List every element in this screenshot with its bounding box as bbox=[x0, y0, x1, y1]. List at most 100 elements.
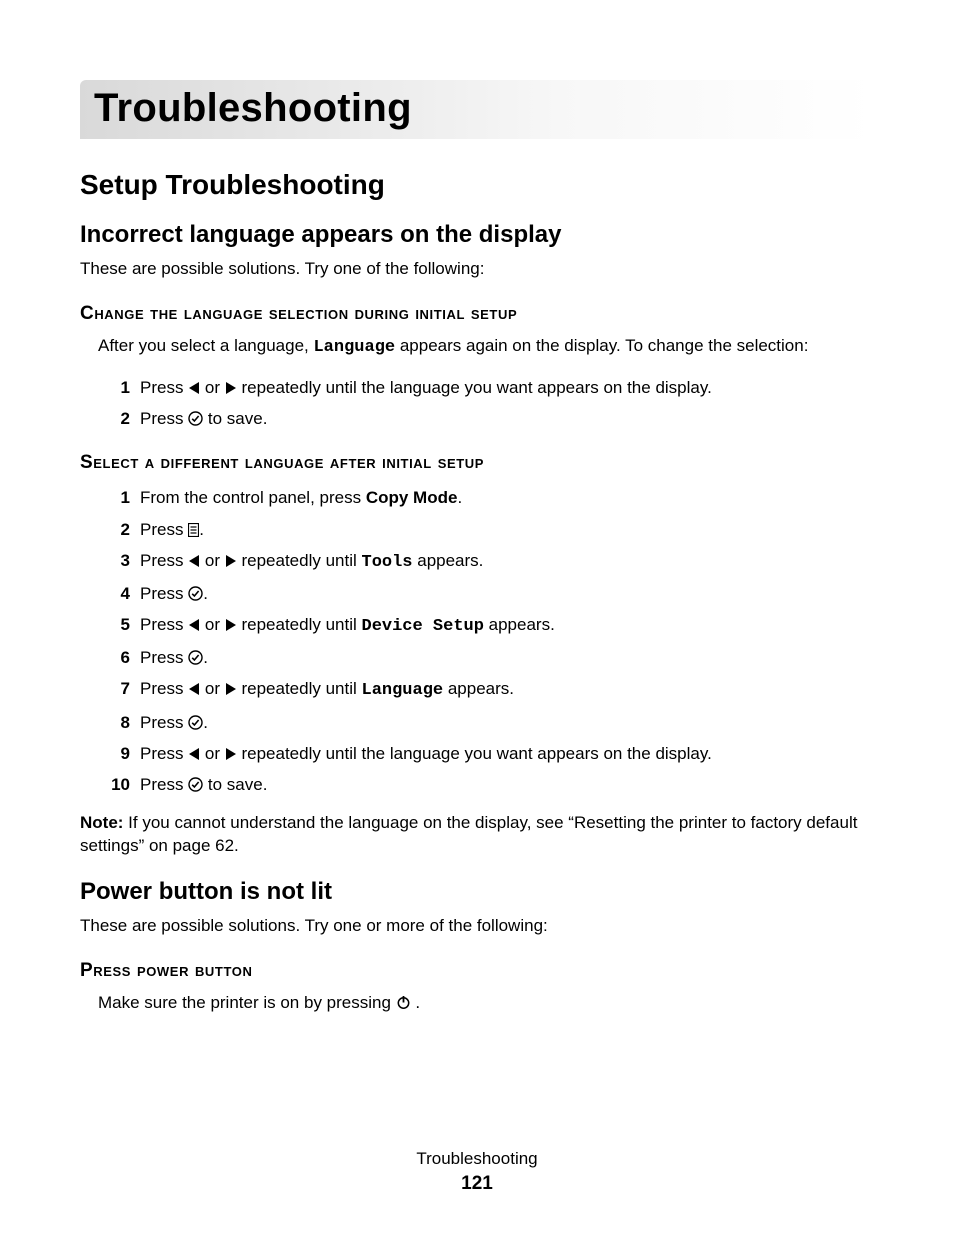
page-number: 121 bbox=[0, 1173, 954, 1195]
note: Note: If you cannot understand the langu… bbox=[80, 812, 874, 858]
step-content: From the control panel, press Copy Mode. bbox=[140, 484, 874, 511]
select-check-icon bbox=[188, 411, 203, 426]
text: or bbox=[200, 551, 225, 570]
heading-select-language-after: Select a different language after initia… bbox=[80, 452, 874, 474]
step: 4 Press . bbox=[98, 580, 874, 607]
language-label: Language bbox=[313, 338, 395, 357]
step-content: Press or repeatedly until the language y… bbox=[140, 374, 874, 401]
right-arrow-icon bbox=[225, 554, 237, 568]
text: . bbox=[203, 648, 208, 667]
steps-list: 1 From the control panel, press Copy Mod… bbox=[98, 484, 874, 798]
step-content: Press or repeatedly until Device Setup a… bbox=[140, 611, 874, 640]
block-select-language-after: 1 From the control panel, press Copy Mod… bbox=[98, 484, 874, 798]
step-content: Press or repeatedly until Language appea… bbox=[140, 675, 874, 704]
right-arrow-icon bbox=[225, 618, 237, 632]
text: appears again on the display. To change … bbox=[395, 336, 808, 355]
step-number: 2 bbox=[98, 516, 130, 543]
note-text: If you cannot understand the language on… bbox=[80, 813, 857, 855]
left-arrow-icon bbox=[188, 682, 200, 696]
step: 5 Press or repeatedly until Device Setup… bbox=[98, 611, 874, 640]
step: 10 Press to save. bbox=[98, 771, 874, 798]
text: Make sure the printer is on by pressing bbox=[98, 993, 396, 1012]
step: 6 Press . bbox=[98, 644, 874, 671]
tools-label: Tools bbox=[362, 553, 413, 572]
right-arrow-icon bbox=[225, 682, 237, 696]
right-arrow-icon bbox=[225, 747, 237, 761]
body-text: Make sure the printer is on by pressing … bbox=[98, 992, 874, 1015]
text: or bbox=[200, 378, 225, 397]
step-content: Press to save. bbox=[140, 771, 874, 798]
chapter-title: Troubleshooting bbox=[80, 80, 874, 139]
select-check-icon bbox=[188, 650, 203, 665]
right-arrow-icon bbox=[225, 381, 237, 395]
text: Press bbox=[140, 378, 188, 397]
text: Press bbox=[140, 713, 188, 732]
note-label: Note: bbox=[80, 813, 123, 832]
text: Press bbox=[140, 584, 188, 603]
step: 9 Press or repeatedly until the language… bbox=[98, 740, 874, 767]
step: 1 Press or repeatedly until the language… bbox=[98, 374, 874, 401]
lead-text: These are possible solutions. Try one of… bbox=[80, 259, 874, 279]
select-check-icon bbox=[188, 715, 203, 730]
device-setup-label: Device Setup bbox=[362, 617, 484, 636]
page: Troubleshooting Setup Troubleshooting In… bbox=[0, 0, 954, 1235]
step-number: 4 bbox=[98, 580, 130, 607]
step-number: 5 bbox=[98, 611, 130, 638]
step-number: 6 bbox=[98, 644, 130, 671]
step-content: Press . bbox=[140, 644, 874, 671]
menu-icon bbox=[188, 523, 199, 537]
text: . bbox=[203, 584, 208, 603]
text: appears. bbox=[443, 679, 514, 698]
select-check-icon bbox=[188, 586, 203, 601]
left-arrow-icon bbox=[188, 618, 200, 632]
step-number: 1 bbox=[98, 374, 130, 401]
text: repeatedly until bbox=[237, 615, 362, 634]
step-number: 1 bbox=[98, 484, 130, 511]
text: . bbox=[203, 713, 208, 732]
text: repeatedly until the language you want a… bbox=[237, 378, 712, 397]
step-number: 9 bbox=[98, 740, 130, 767]
block-change-language-initial: After you select a language, Language ap… bbox=[98, 335, 874, 432]
step-content: Press or repeatedly until the language y… bbox=[140, 740, 874, 767]
text: to save. bbox=[203, 409, 267, 428]
step: 7 Press or repeatedly until Language app… bbox=[98, 675, 874, 704]
text: appears. bbox=[413, 551, 484, 570]
step-number: 2 bbox=[98, 405, 130, 432]
text: to save. bbox=[203, 775, 267, 794]
text: repeatedly until bbox=[237, 679, 362, 698]
text: Press bbox=[140, 520, 188, 539]
step-content: Press . bbox=[140, 709, 874, 736]
language-label: Language bbox=[362, 681, 444, 700]
step-number: 7 bbox=[98, 675, 130, 702]
power-icon bbox=[396, 995, 411, 1010]
subsection-incorrect-language: Incorrect language appears on the displa… bbox=[80, 221, 874, 249]
text: Press bbox=[140, 615, 188, 634]
step: 3 Press or repeatedly until Tools appear… bbox=[98, 547, 874, 576]
select-check-icon bbox=[188, 777, 203, 792]
text: repeatedly until the language you want a… bbox=[237, 744, 712, 763]
text: . bbox=[457, 488, 462, 507]
left-arrow-icon bbox=[188, 747, 200, 761]
section-setup-troubleshooting: Setup Troubleshooting bbox=[80, 169, 874, 201]
footer-title: Troubleshooting bbox=[0, 1149, 954, 1169]
text: appears. bbox=[484, 615, 555, 634]
text: Press bbox=[140, 551, 188, 570]
text: Press bbox=[140, 648, 188, 667]
step-content: Press . bbox=[140, 516, 874, 543]
text: . bbox=[199, 520, 204, 539]
text: or bbox=[200, 615, 225, 634]
heading-press-power-button: Press power button bbox=[80, 960, 874, 982]
left-arrow-icon bbox=[188, 554, 200, 568]
step-content: Press or repeatedly until Tools appears. bbox=[140, 547, 874, 576]
text: or bbox=[200, 744, 225, 763]
text: Press bbox=[140, 775, 188, 794]
intro-text: After you select a language, Language ap… bbox=[98, 335, 874, 360]
text: repeatedly until bbox=[237, 551, 362, 570]
left-arrow-icon bbox=[188, 381, 200, 395]
step-content: Press . bbox=[140, 580, 874, 607]
step-number: 10 bbox=[98, 771, 130, 798]
step-number: 3 bbox=[98, 547, 130, 574]
text: From the control panel, press bbox=[140, 488, 366, 507]
step: 1 From the control panel, press Copy Mod… bbox=[98, 484, 874, 511]
page-footer: Troubleshooting 121 bbox=[0, 1149, 954, 1195]
